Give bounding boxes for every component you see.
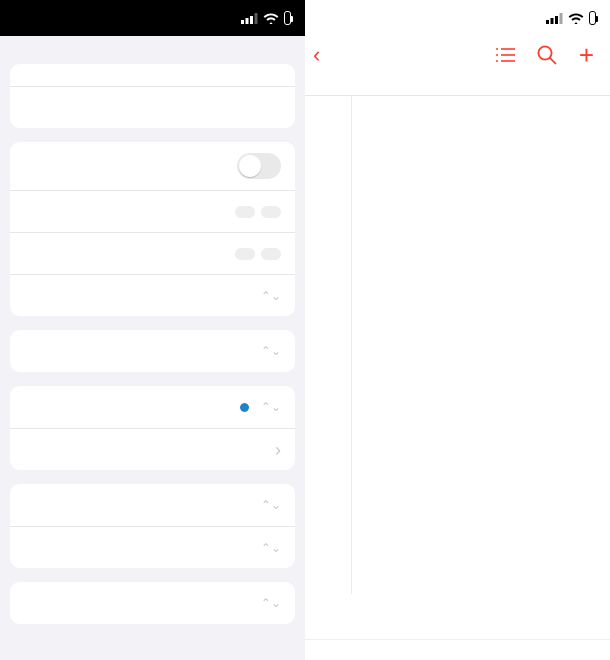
updown-icon: ⌃⌄ xyxy=(261,400,281,414)
chevron-left-icon: ‹ xyxy=(313,42,320,68)
status-bar-right xyxy=(305,0,610,36)
second-alert-row[interactable]: ⌃⌄ xyxy=(10,526,295,568)
calendar-row[interactable]: ⌃⌄ xyxy=(10,386,295,428)
end-time-chip[interactable] xyxy=(261,248,281,260)
sheet-nav xyxy=(0,36,305,56)
repeat-group: ⌃⌄ xyxy=(10,330,295,372)
event-title-input[interactable] xyxy=(10,64,295,86)
day-grid[interactable] xyxy=(305,96,610,594)
search-icon[interactable] xyxy=(537,45,557,65)
time-gutter xyxy=(351,96,352,594)
battery-icon xyxy=(284,11,291,25)
end-row[interactable] xyxy=(10,232,295,274)
battery-icon xyxy=(589,11,596,25)
signal-icon xyxy=(241,13,258,24)
status-bar-left xyxy=(0,0,305,36)
list-icon[interactable] xyxy=(495,47,515,63)
updown-icon: ⌃⌄ xyxy=(261,344,281,358)
show-as-row[interactable]: ⌃⌄ xyxy=(10,582,295,624)
end-date-chip[interactable] xyxy=(235,248,255,260)
chevron-right-icon: › xyxy=(275,441,281,459)
start-time-chip[interactable] xyxy=(261,206,281,218)
alert-row[interactable]: ⌃⌄ xyxy=(10,484,295,526)
new-event-sheet: ⌃⌄ ⌃⌄ ⌃⌄ › ⌃⌄ ⌃⌄ ⌃⌄ xyxy=(0,0,305,660)
add-event-button[interactable]: + xyxy=(579,42,594,68)
invitees-row[interactable]: › xyxy=(10,428,295,470)
all-day-row xyxy=(10,142,295,190)
updown-icon: ⌃⌄ xyxy=(261,498,281,512)
back-button[interactable]: ‹ xyxy=(313,42,321,68)
signal-icon xyxy=(546,13,563,24)
all-day-toggle[interactable] xyxy=(237,153,281,179)
calendar-day-view: ‹ + xyxy=(305,0,610,660)
start-row[interactable] xyxy=(10,190,295,232)
calendar-nav: ‹ + xyxy=(305,36,610,70)
start-date-chip[interactable] xyxy=(235,206,255,218)
updown-icon: ⌃⌄ xyxy=(261,541,281,555)
wifi-icon xyxy=(568,13,584,24)
title-location-group xyxy=(10,64,295,128)
show-as-group: ⌃⌄ xyxy=(10,582,295,624)
repeat-row[interactable]: ⌃⌄ xyxy=(10,330,295,372)
updown-icon: ⌃⌄ xyxy=(261,596,281,610)
selected-date-label xyxy=(305,72,610,96)
time-group: ⌃⌄ xyxy=(10,142,295,316)
wifi-icon xyxy=(263,13,279,24)
bottom-tabbar xyxy=(305,639,610,660)
status-indicators xyxy=(546,11,596,25)
calendar-group: ⌃⌄ › xyxy=(10,386,295,470)
updown-icon: ⌃⌄ xyxy=(261,289,281,303)
calendar-color-dot xyxy=(240,403,249,412)
travel-time-row[interactable]: ⌃⌄ xyxy=(10,274,295,316)
alert-group: ⌃⌄ ⌃⌄ xyxy=(10,484,295,568)
status-indicators xyxy=(241,11,291,25)
